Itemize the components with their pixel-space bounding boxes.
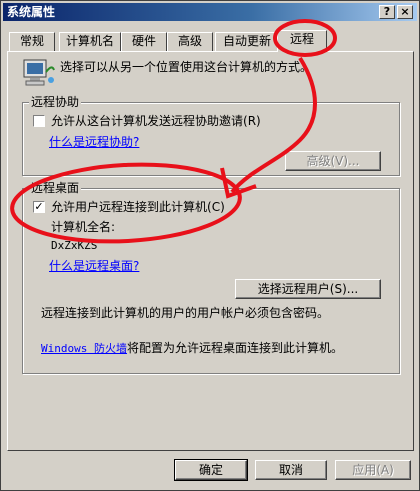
tab-strip: 常规 计算机名 硬件 高级 自动更新 远程 (7, 30, 415, 52)
system-properties-window: 系统属性 ? × 常规 计算机名 硬件 高级 自动更新 远程 选择可以从另一个位… (0, 0, 420, 491)
remote-desktop-checkbox[interactable]: ✓ (33, 201, 45, 213)
remote-assist-hotkey: (R) (243, 114, 261, 128)
tab-advanced[interactable]: 高级 (167, 32, 213, 51)
remote-assist-group: 远程协助 允许从这台计算机发送远程协助邀请(R) 什么是远程协助? 高级(V).… (22, 95, 400, 176)
remote-assist-checkbox[interactable] (33, 115, 45, 127)
help-button[interactable]: ? (379, 5, 395, 19)
remote-assist-label: 允许从这台计算机发送远程协助邀请(R) (51, 114, 261, 128)
title-bar[interactable]: 系统属性 ? × (3, 3, 417, 21)
remote-tab-panel: 选择可以从另一个位置使用这台计算机的方式。 远程协助 允许从这台计算机发送远程协… (7, 51, 414, 451)
advanced-button[interactable]: 高级(V)... (285, 151, 381, 171)
tab-auto-update[interactable]: 自动更新 (215, 32, 279, 51)
remote-desktop-title: 远程桌面 (29, 181, 82, 195)
remote-desktop-label: 允许用户远程连接到此计算机(C) (51, 200, 225, 214)
close-button[interactable]: × (397, 5, 413, 19)
ok-button[interactable]: 确定 (174, 459, 248, 481)
tab-computer-name[interactable]: 计算机名 (59, 32, 121, 51)
select-remote-users-button[interactable]: 选择远程用户(S)... (235, 279, 381, 299)
window-title: 系统属性 (7, 5, 56, 19)
full-computer-name-label: 计算机全名: (51, 220, 116, 234)
remote-assist-title: 远程协助 (29, 95, 82, 109)
remote-desktop-link[interactable]: 什么是远程桌面? (49, 259, 139, 273)
password-note: 远程连接到此计算机的用户的用户帐户必须包含密码。 (41, 306, 330, 320)
firewall-link[interactable]: Windows 防火墙 (41, 342, 127, 355)
tab-hardware[interactable]: 硬件 (121, 32, 167, 51)
tab-general[interactable]: 常规 (9, 32, 55, 51)
intro-text: 选择可以从另一个位置使用这台计算机的方式。 (60, 60, 313, 74)
remote-desktop-group: 远程桌面 ✓ 允许用户远程连接到此计算机(C) 计算机全名: DxZxKZS 什… (22, 181, 400, 374)
remote-desktop-hotkey: (C) (207, 200, 225, 214)
firewall-note: Windows 防火墙将配置为允许远程桌面连接到此计算机。 (41, 341, 343, 355)
full-computer-name-value: DxZxKZS (51, 239, 98, 252)
cancel-button[interactable]: 取消 (255, 460, 327, 480)
remote-assist-link[interactable]: 什么是远程协助? (49, 135, 139, 149)
tab-remote[interactable]: 远程 (277, 30, 327, 52)
apply-button[interactable]: 应用(A) (335, 460, 411, 480)
computer-icon (23, 59, 55, 86)
